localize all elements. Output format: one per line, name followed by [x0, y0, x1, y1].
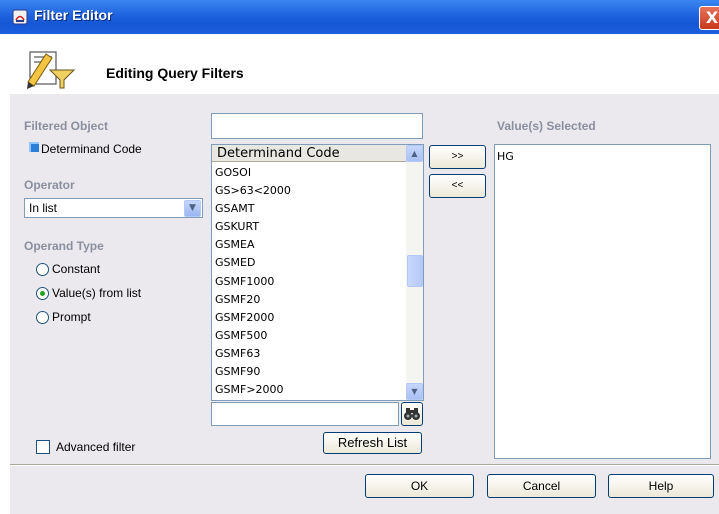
window-title: Filter Editor: [34, 7, 113, 23]
list-item[interactable]: GSKURT: [215, 218, 405, 236]
operand-type-label: Operand Type: [24, 239, 104, 253]
editor-body: Filtered Object Determinand Code Operato…: [10, 94, 719, 514]
close-icon: X: [705, 8, 719, 27]
radio-prompt[interactable]: [36, 311, 49, 324]
list-item[interactable]: GSMF1000: [215, 273, 405, 291]
list-item[interactable]: GSMED: [215, 254, 405, 272]
list-item[interactable]: GSMEA: [215, 236, 405, 254]
list-item[interactable]: GOSOI: [215, 164, 405, 182]
list-item[interactable]: GSMF500: [215, 327, 405, 345]
header-area: Editing Query Filters: [0, 34, 719, 94]
operator-label: Operator: [24, 178, 75, 192]
list-item[interactable]: GSMF20: [215, 291, 405, 309]
values-list[interactable]: Determinand Code GOSOI GS>63<2000 GSAMT GSK…: [211, 144, 424, 401]
remove-values-button[interactable]: <<: [429, 174, 486, 198]
header-title: Editing Query Filters: [106, 65, 244, 81]
help-button[interactable]: Help: [608, 474, 714, 498]
operator-value: In list: [29, 201, 58, 215]
radio-constant[interactable]: [36, 263, 49, 276]
ok-button[interactable]: OK: [365, 474, 474, 498]
advanced-filter-checkbox[interactable]: [36, 440, 50, 454]
footer-separator-highlight: [10, 465, 719, 466]
advanced-filter-label: Advanced filter: [56, 440, 136, 454]
scroll-up-icon[interactable]: ▲: [406, 145, 423, 162]
operator-select[interactable]: In list ▼: [24, 198, 203, 218]
title-bar[interactable]: Filter Editor X: [0, 0, 719, 34]
search-button[interactable]: [401, 402, 423, 426]
list-item[interactable]: GSMF2000: [215, 309, 405, 327]
filtered-object-value: Determinand Code: [41, 142, 142, 156]
list-item[interactable]: GSAMT: [215, 200, 405, 218]
filter-editor-window: Filter Editor X Editing Query Filters Fi…: [0, 0, 719, 514]
selected-item[interactable]: HG: [497, 148, 514, 166]
list-scrollbar[interactable]: ▲ ▼: [406, 145, 423, 400]
radio-prompt-label: Prompt: [52, 310, 91, 324]
list-item[interactable]: GSMF>2000: [215, 381, 405, 399]
list-item[interactable]: GS>63<2000: [215, 182, 405, 200]
radio-values-from-list-label: Value(s) from list: [52, 286, 142, 300]
radio-constant-label: Constant: [52, 262, 101, 276]
list-item[interactable]: GSMF90: [215, 363, 405, 381]
add-values-button[interactable]: >>: [429, 145, 486, 169]
list-items: GOSOI GS>63<2000 GSAMT GSKURT GSMEA GSMED GSMF…: [215, 164, 405, 399]
refresh-list-button[interactable]: Refresh List: [323, 432, 422, 454]
java-app-icon: [12, 9, 28, 25]
filter-input[interactable]: [211, 113, 423, 139]
chevron-down-icon[interactable]: ▼: [184, 200, 201, 217]
selected-items: HG: [497, 148, 514, 166]
close-button[interactable]: X: [699, 6, 719, 30]
filtered-object-label: Filtered Object: [24, 119, 109, 133]
scroll-down-icon[interactable]: ▼: [406, 383, 423, 400]
scroll-thumb[interactable]: [407, 255, 423, 287]
list-item[interactable]: GSMF63: [215, 345, 405, 363]
dimension-object-icon: [29, 142, 39, 152]
values-selected-label: Value(s) Selected: [497, 119, 596, 133]
radio-selected-dot: [40, 291, 45, 296]
filter-funnel-pencil-icon: [27, 51, 76, 89]
list-column-header[interactable]: Determinand Code: [212, 145, 406, 162]
binoculars-icon: [404, 408, 420, 420]
search-input[interactable]: [211, 402, 399, 426]
radio-values-from-list[interactable]: [36, 287, 49, 300]
selected-values-list[interactable]: HG: [494, 144, 711, 459]
cancel-button[interactable]: Cancel: [487, 474, 596, 498]
